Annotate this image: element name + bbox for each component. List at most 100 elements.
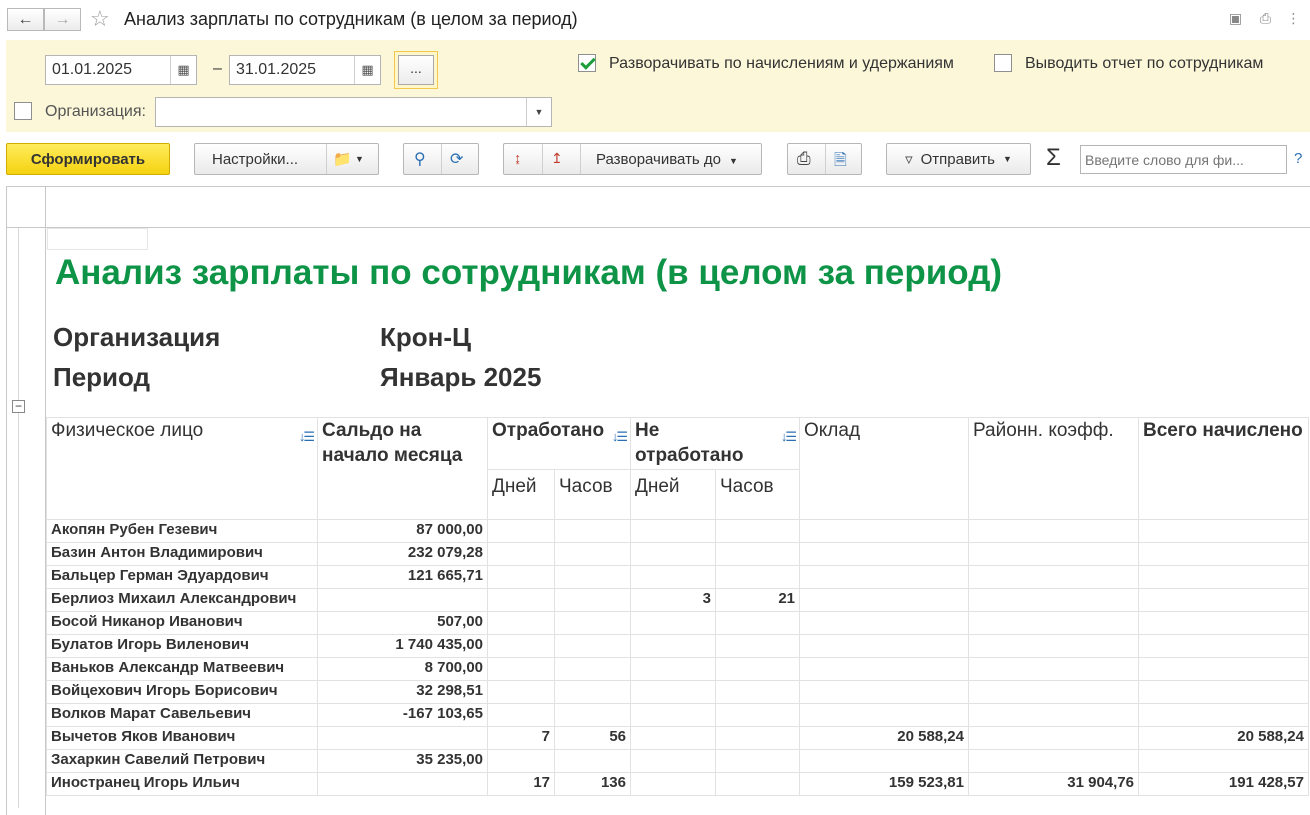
- back-button[interactable]: ←: [7, 8, 44, 31]
- table-row[interactable]: Вычетов Яков Иванович 7 56 20 588,24 20 588,…: [46, 726, 1309, 750]
- calendar-icon[interactable]: ▦: [354, 56, 380, 84]
- search-icon[interactable]: ⚲: [414, 149, 426, 169]
- cell-balance[interactable]: [317, 772, 488, 796]
- cell-salary[interactable]: [799, 588, 969, 612]
- cell-total[interactable]: [1138, 542, 1309, 566]
- collapse-all-icon[interactable]: ↥: [551, 150, 563, 167]
- calendar-icon[interactable]: ▦: [170, 56, 196, 84]
- cell-person[interactable]: Босой Никанор Иванович: [46, 611, 318, 635]
- cell-nd[interactable]: [630, 634, 716, 658]
- cell-regional[interactable]: [968, 519, 1139, 543]
- table-row[interactable]: Бальцер Герман Эдуардович 121 665,71: [46, 565, 1309, 589]
- cell-salary[interactable]: [799, 611, 969, 635]
- cell-balance[interactable]: 232 079,28: [317, 542, 488, 566]
- cell-total[interactable]: [1138, 565, 1309, 589]
- cell-person[interactable]: Бальцер Герман Эдуардович: [46, 565, 318, 589]
- cell-balance[interactable]: 1 740 435,00: [317, 634, 488, 658]
- cell-person[interactable]: Базин Антон Владимирович: [46, 542, 318, 566]
- table-row[interactable]: Акопян Рубен Гезевич 87 000,00: [46, 519, 1309, 543]
- cell-total[interactable]: [1138, 611, 1309, 635]
- collapse-group-icon[interactable]: −: [12, 400, 25, 413]
- cell-wh[interactable]: [554, 634, 631, 658]
- period-select-button[interactable]: ...: [398, 55, 434, 85]
- cell-total[interactable]: 191 428,57: [1138, 772, 1309, 796]
- cell-total[interactable]: [1138, 703, 1309, 727]
- cell-person[interactable]: Булатов Игорь Виленович: [46, 634, 318, 658]
- cell-wh[interactable]: [554, 565, 631, 589]
- cell-wd[interactable]: [487, 680, 555, 704]
- cell-salary[interactable]: 159 523,81: [799, 772, 969, 796]
- cell-nh[interactable]: [715, 680, 800, 704]
- cell-total[interactable]: 20 588,24: [1138, 726, 1309, 750]
- cell-regional[interactable]: [968, 565, 1139, 589]
- generate-button[interactable]: Сформировать: [6, 143, 170, 175]
- organization-select[interactable]: ▼: [155, 97, 552, 127]
- cell-nh[interactable]: [715, 749, 800, 773]
- cell-wh[interactable]: 136: [554, 772, 631, 796]
- cell-total[interactable]: [1138, 680, 1309, 704]
- cell-wh[interactable]: [554, 680, 631, 704]
- cell-salary[interactable]: [799, 542, 969, 566]
- cell-wd[interactable]: [487, 703, 555, 727]
- cell-salary[interactable]: [799, 749, 969, 773]
- by-employees-checkbox[interactable]: [994, 54, 1012, 72]
- cell-person[interactable]: Иностранец Игорь Ильич: [46, 772, 318, 796]
- cell-nh[interactable]: [715, 657, 800, 681]
- cell-salary[interactable]: [799, 680, 969, 704]
- cell-balance[interactable]: 507,00: [317, 611, 488, 635]
- sort-icon[interactable]: ↓☰: [299, 424, 315, 449]
- cell-wd[interactable]: [487, 542, 555, 566]
- cell-wh[interactable]: [554, 749, 631, 773]
- cell-total[interactable]: [1138, 519, 1309, 543]
- table-row[interactable]: Иностранец Игорь Ильич 17 136 159 523,81 31 …: [46, 772, 1309, 796]
- cell-wd[interactable]: [487, 588, 555, 612]
- cell-wh[interactable]: [554, 588, 631, 612]
- print-preview-icon[interactable]: 🗎: [834, 149, 847, 176]
- cell-wd[interactable]: [487, 749, 555, 773]
- cell-regional[interactable]: [968, 634, 1139, 658]
- cell-nd[interactable]: [630, 611, 716, 635]
- col-not-worked-days[interactable]: Дней: [630, 469, 716, 520]
- date-to-field[interactable]: 31.01.2025 ▦: [229, 55, 381, 85]
- cell-regional[interactable]: [968, 680, 1139, 704]
- cell-wh[interactable]: [554, 542, 631, 566]
- save-icon[interactable]: ▣: [1227, 10, 1244, 27]
- cell-nh[interactable]: 21: [715, 588, 800, 612]
- cell-person[interactable]: Вычетов Яков Иванович: [46, 726, 318, 750]
- cell-nd[interactable]: [630, 565, 716, 589]
- cell-wd[interactable]: [487, 519, 555, 543]
- col-total[interactable]: Всего начислено: [1138, 417, 1309, 520]
- expand-by-accruals-checkbox[interactable]: [578, 54, 596, 72]
- cell-balance[interactable]: 35 235,00: [317, 749, 488, 773]
- cell-wd[interactable]: [487, 565, 555, 589]
- cell-regional[interactable]: 31 904,76: [968, 772, 1139, 796]
- cell-nd[interactable]: 3: [630, 588, 716, 612]
- more-icon[interactable]: ⋮: [1285, 10, 1302, 27]
- cell-salary[interactable]: [799, 703, 969, 727]
- settings-button[interactable]: Настройки...: [212, 151, 298, 168]
- cell-nh[interactable]: [715, 565, 800, 589]
- cell-person[interactable]: Войцехович Игорь Борисович: [46, 680, 318, 704]
- col-not-worked[interactable]: Не отработано ↓☰: [630, 417, 800, 470]
- cell-wh[interactable]: [554, 519, 631, 543]
- cell-wd[interactable]: [487, 634, 555, 658]
- sort-icon[interactable]: ↓☰: [781, 424, 797, 449]
- cell-total[interactable]: [1138, 588, 1309, 612]
- table-row[interactable]: Волков Марат Савельевич -167 103,65: [46, 703, 1309, 727]
- cell-balance[interactable]: 8 700,00: [317, 657, 488, 681]
- cell-wh[interactable]: [554, 703, 631, 727]
- sum-icon[interactable]: Σ: [1046, 144, 1061, 172]
- cell-person[interactable]: Захаркин Савелий Петрович: [46, 749, 318, 773]
- col-salary[interactable]: Оклад: [799, 417, 969, 520]
- sort-icon[interactable]: ↓☰: [612, 424, 628, 449]
- cell-total[interactable]: [1138, 749, 1309, 773]
- cell-nh[interactable]: [715, 726, 800, 750]
- send-button[interactable]: ▿ Отправить ▼: [886, 143, 1031, 175]
- cell-nh[interactable]: [715, 611, 800, 635]
- col-not-worked-hours[interactable]: Часов: [715, 469, 800, 520]
- cell-regional[interactable]: [968, 611, 1139, 635]
- cell-nd[interactable]: [630, 542, 716, 566]
- cell-wd[interactable]: [487, 657, 555, 681]
- cell-nd[interactable]: [630, 772, 716, 796]
- cell-balance[interactable]: 87 000,00: [317, 519, 488, 543]
